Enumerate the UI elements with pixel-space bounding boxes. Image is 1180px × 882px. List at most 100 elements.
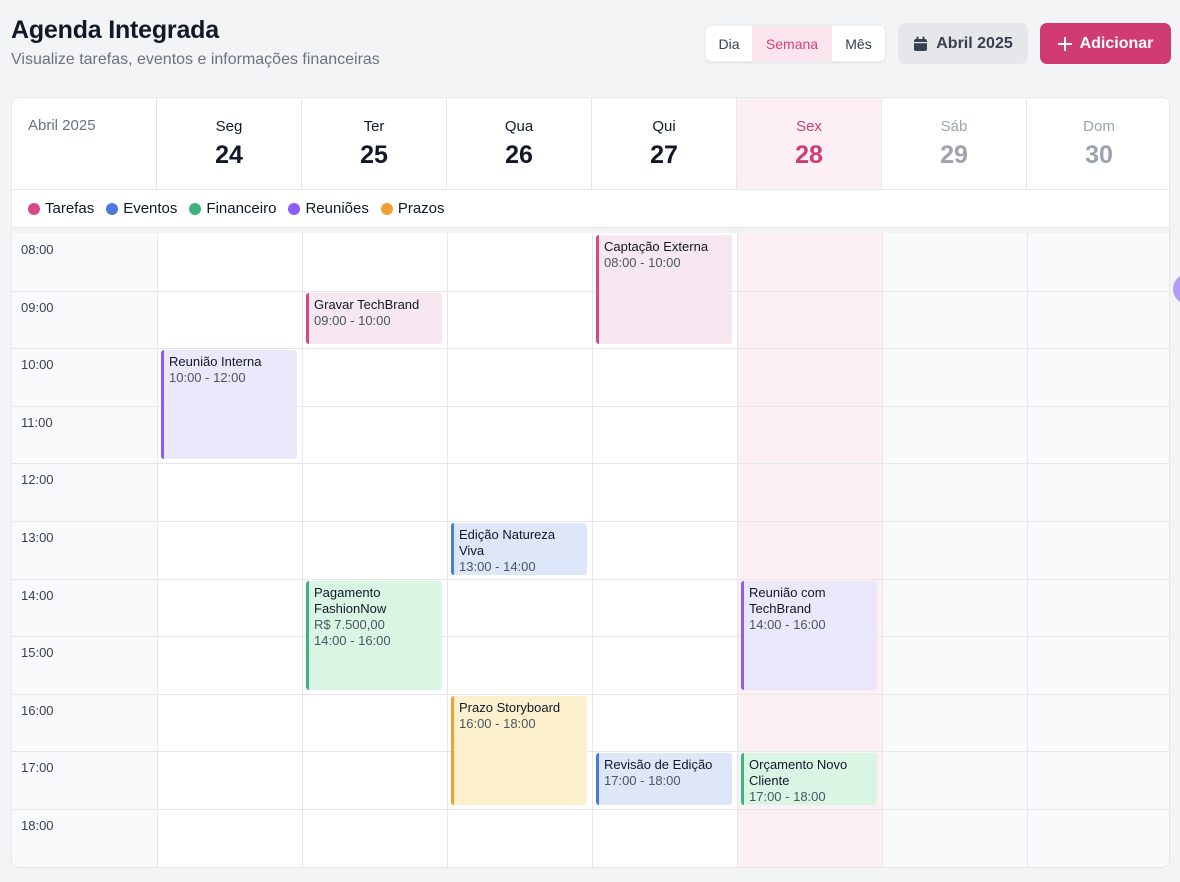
event-time: 09:00 - 10:00 — [314, 312, 391, 328]
hour-label: 10:00 — [21, 357, 54, 373]
calendar-event[interactable]: Reunião com TechBrand 14:00 - 16:00 — [741, 580, 877, 690]
legend-item-3[interactable]: Reuniões — [288, 200, 369, 217]
day-number: 25 — [360, 141, 388, 169]
legend-dot — [189, 202, 202, 215]
time-grid: 08:00 09:00 10:00 11:00 12:00 13:00 14:00 15:00… — [12, 233, 1169, 867]
event-category-bar — [596, 235, 599, 345]
calendar-month-label: Abril 2025 — [12, 98, 157, 190]
calendar-event[interactable]: Gravar TechBrand 09:00 - 10:00 — [306, 292, 442, 345]
day-header-seg[interactable]: Seg 24 — [157, 98, 302, 190]
legend-dot — [288, 202, 301, 215]
hour-divider — [12, 290, 1169, 292]
event-title: Orçamento Novo Cliente — [749, 757, 848, 789]
day-number: 28 — [795, 141, 823, 169]
calendar-event[interactable]: Pagamento FashionNow R$ 7.500,00 14:00 - 1… — [306, 580, 442, 690]
event-title: Edição Natureza Viva — [459, 527, 556, 558]
event-category-bar — [741, 753, 744, 805]
column-divider — [157, 233, 158, 867]
legend-dot — [380, 202, 393, 215]
day-header-dom[interactable]: Dom 30 — [1027, 98, 1169, 190]
event-category-bar — [161, 350, 164, 460]
month-selector-label: Abril 2025 — [936, 34, 1013, 52]
event-category-bar — [741, 580, 744, 690]
event-title: Gravar TechBrand — [314, 296, 420, 312]
event-title: Revisão de Edição — [604, 757, 713, 773]
legend-dot — [106, 202, 119, 215]
event-category-bar — [306, 580, 309, 690]
calendar-icon — [914, 36, 928, 51]
event-time: 14:00 - 16:00 — [314, 632, 391, 648]
legend-item-2[interactable]: Financeiro — [189, 200, 276, 217]
column-divider — [1027, 233, 1028, 867]
calendar-event[interactable]: Revisão de Edição 17:00 - 18:00 — [596, 753, 732, 805]
day-number: 27 — [650, 141, 678, 169]
legend-label: Financeiro — [206, 200, 277, 217]
legend-dot — [28, 202, 40, 215]
floating-action-edge[interactable] — [1173, 274, 1180, 304]
day-header-ter[interactable]: Ter 25 — [302, 98, 447, 190]
add-button[interactable]: Adicionar — [1040, 23, 1171, 64]
calendar-event[interactable]: Edição Natureza Viva 13:00 - 14:00 — [451, 523, 587, 575]
column-divider — [447, 233, 448, 867]
hour-label: 15:00 — [21, 645, 54, 661]
hour-label: 13:00 — [21, 530, 54, 545]
event-title: Pagamento FashionNow — [314, 584, 387, 616]
event-category-bar — [596, 753, 599, 805]
hour-label: 11:00 — [21, 414, 53, 430]
day-number: 29 — [940, 141, 968, 169]
day-name: Qui — [652, 118, 676, 135]
legend-item-4[interactable]: Prazos — [380, 200, 445, 217]
day-column[interactable] — [157, 233, 302, 867]
calendar-event[interactable]: Orçamento Novo Cliente 17:00 - 18:00 — [741, 753, 877, 805]
calendar-event[interactable]: Captação Externa 08:00 - 10:00 — [596, 235, 732, 345]
day-header-qua[interactable]: Qua 26 — [447, 98, 592, 190]
page-title: Agenda Integrada — [11, 16, 219, 44]
event-time: 14:00 - 16:00 — [749, 616, 826, 632]
event-amount: R$ 7.500,00 — [314, 616, 385, 632]
day-header-sáb[interactable]: Sáb 29 — [882, 98, 1027, 190]
legend-item-1[interactable]: Eventos — [106, 200, 177, 217]
event-time: 16:00 - 18:00 — [459, 715, 536, 731]
day-number: 24 — [215, 141, 243, 169]
view-option-mes[interactable]: Mês — [832, 26, 885, 61]
plus-icon — [1057, 36, 1072, 51]
day-name: Ter — [363, 118, 385, 135]
event-time: 08:00 - 10:00 — [604, 255, 681, 270]
hour-divider — [12, 348, 1169, 350]
view-option-dia[interactable]: Dia — [706, 26, 752, 61]
hour-divider — [12, 636, 1169, 638]
hour-label: 09:00 — [21, 299, 54, 315]
calendar-event[interactable]: Reunião Interna 10:00 - 12:00 — [161, 350, 297, 460]
event-title: Captação Externa — [604, 239, 709, 254]
month-selector-button[interactable]: Abril 2025 — [898, 23, 1028, 64]
hour-divider — [12, 693, 1169, 695]
day-header-qui[interactable]: Qui 27 — [592, 98, 737, 190]
event-time: 13:00 - 14:00 — [459, 559, 536, 574]
day-number: 30 — [1085, 141, 1113, 169]
event-title: Reunião Interna — [169, 354, 262, 370]
hour-divider — [12, 578, 1169, 580]
hour-divider — [12, 463, 1169, 465]
event-time: 10:00 - 12:00 — [169, 370, 246, 386]
legend-label: Eventos — [123, 200, 178, 217]
event-category-bar — [451, 523, 454, 575]
hour-label: 16:00 — [21, 702, 54, 718]
calendar-event[interactable]: Prazo Storyboard 16:00 - 18:00 — [451, 695, 587, 805]
view-toggle: Dia Semana Mês — [705, 25, 886, 62]
page-subtitle: Visualize tarefas, eventos e informações… — [11, 51, 380, 68]
day-name: Seg — [215, 118, 243, 135]
day-name: Qua — [504, 118, 534, 135]
day-column[interactable] — [1027, 233, 1169, 867]
hour-divider — [12, 751, 1169, 753]
column-divider — [882, 233, 883, 867]
view-option-semana[interactable]: Semana — [752, 26, 832, 61]
event-title: Prazo Storyboard — [459, 699, 561, 715]
day-header-sex[interactable]: Sex 28 — [737, 98, 882, 190]
day-name: Sáb — [940, 118, 968, 135]
day-name: Dom — [1083, 118, 1115, 135]
day-column[interactable] — [882, 233, 1027, 867]
column-divider — [302, 233, 303, 867]
event-title: Reunião com TechBrand — [749, 584, 826, 616]
legend-item-0[interactable]: Tarefas — [28, 200, 94, 217]
hour-divider — [12, 521, 1169, 522]
